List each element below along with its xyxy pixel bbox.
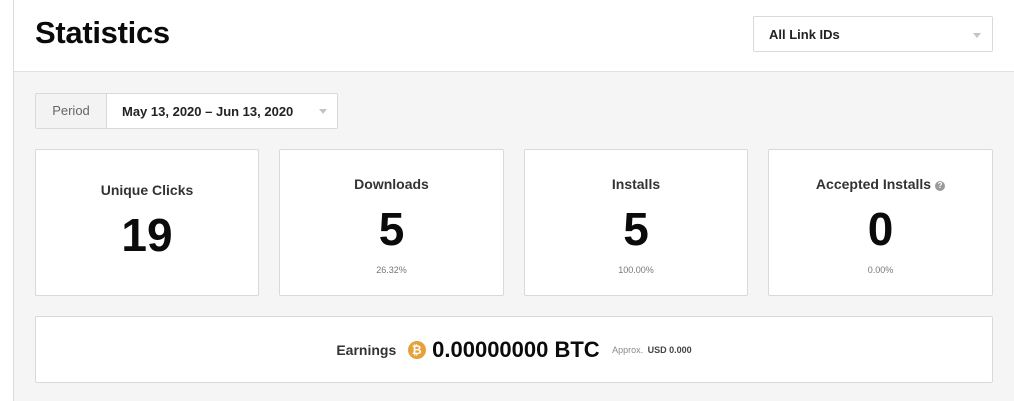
help-icon[interactable]: ? xyxy=(935,181,946,191)
card-value: 0 xyxy=(867,203,894,255)
unique-clicks-card: Unique Clicks 19 xyxy=(35,149,259,296)
card-percent: 100.00% xyxy=(618,265,654,275)
earnings-row: Earnings ₿ 0.00000000 BTC Approx. USD 0.… xyxy=(36,337,992,365)
card-title: Accepted Installs xyxy=(815,176,932,192)
card-title-row: Accepted Installs? xyxy=(769,176,992,192)
bitcoin-icon: ₿ xyxy=(407,341,426,359)
chevron-down-icon xyxy=(973,33,981,38)
period-filter: Period May 13, 2020 – Jun 13, 2020 xyxy=(35,93,338,129)
earnings-label: Earnings xyxy=(336,342,397,358)
date-range-select[interactable]: May 13, 2020 – Jun 13, 2020 xyxy=(107,94,337,128)
page-header: Statistics All Link IDs xyxy=(14,0,1014,72)
approx-usd-value: USD 0.000 xyxy=(647,345,692,355)
card-title: Downloads xyxy=(354,176,429,192)
page-title: Statistics xyxy=(35,15,170,50)
approx-label: Approx. xyxy=(612,345,644,355)
card-value: 5 xyxy=(378,203,405,255)
earnings-amount: 0.00000000 BTC xyxy=(432,337,600,362)
downloads-card: Downloads 5 26.32% xyxy=(279,149,504,296)
accepted-installs-card: Accepted Installs? 0 0.00% xyxy=(768,149,993,296)
card-title: Unique Clicks xyxy=(100,182,194,198)
card-percent: 26.32% xyxy=(376,265,407,275)
period-label: Period xyxy=(36,94,107,128)
link-id-select[interactable]: All Link IDs xyxy=(753,16,993,52)
statistics-panel: Statistics All Link IDs Period May 13, 2… xyxy=(13,0,1014,401)
date-range-value: May 13, 2020 – Jun 13, 2020 xyxy=(122,104,294,119)
earnings-card: Earnings ₿ 0.00000000 BTC Approx. USD 0.… xyxy=(35,316,993,383)
card-percent: 0.00% xyxy=(867,265,894,275)
installs-card: Installs 5 100.00% xyxy=(524,149,748,296)
link-id-select-value: All Link IDs xyxy=(769,27,840,42)
chevron-down-icon xyxy=(319,109,327,114)
card-value: 19 xyxy=(121,209,173,261)
card-value: 5 xyxy=(623,203,649,255)
card-title: Installs xyxy=(611,176,661,192)
